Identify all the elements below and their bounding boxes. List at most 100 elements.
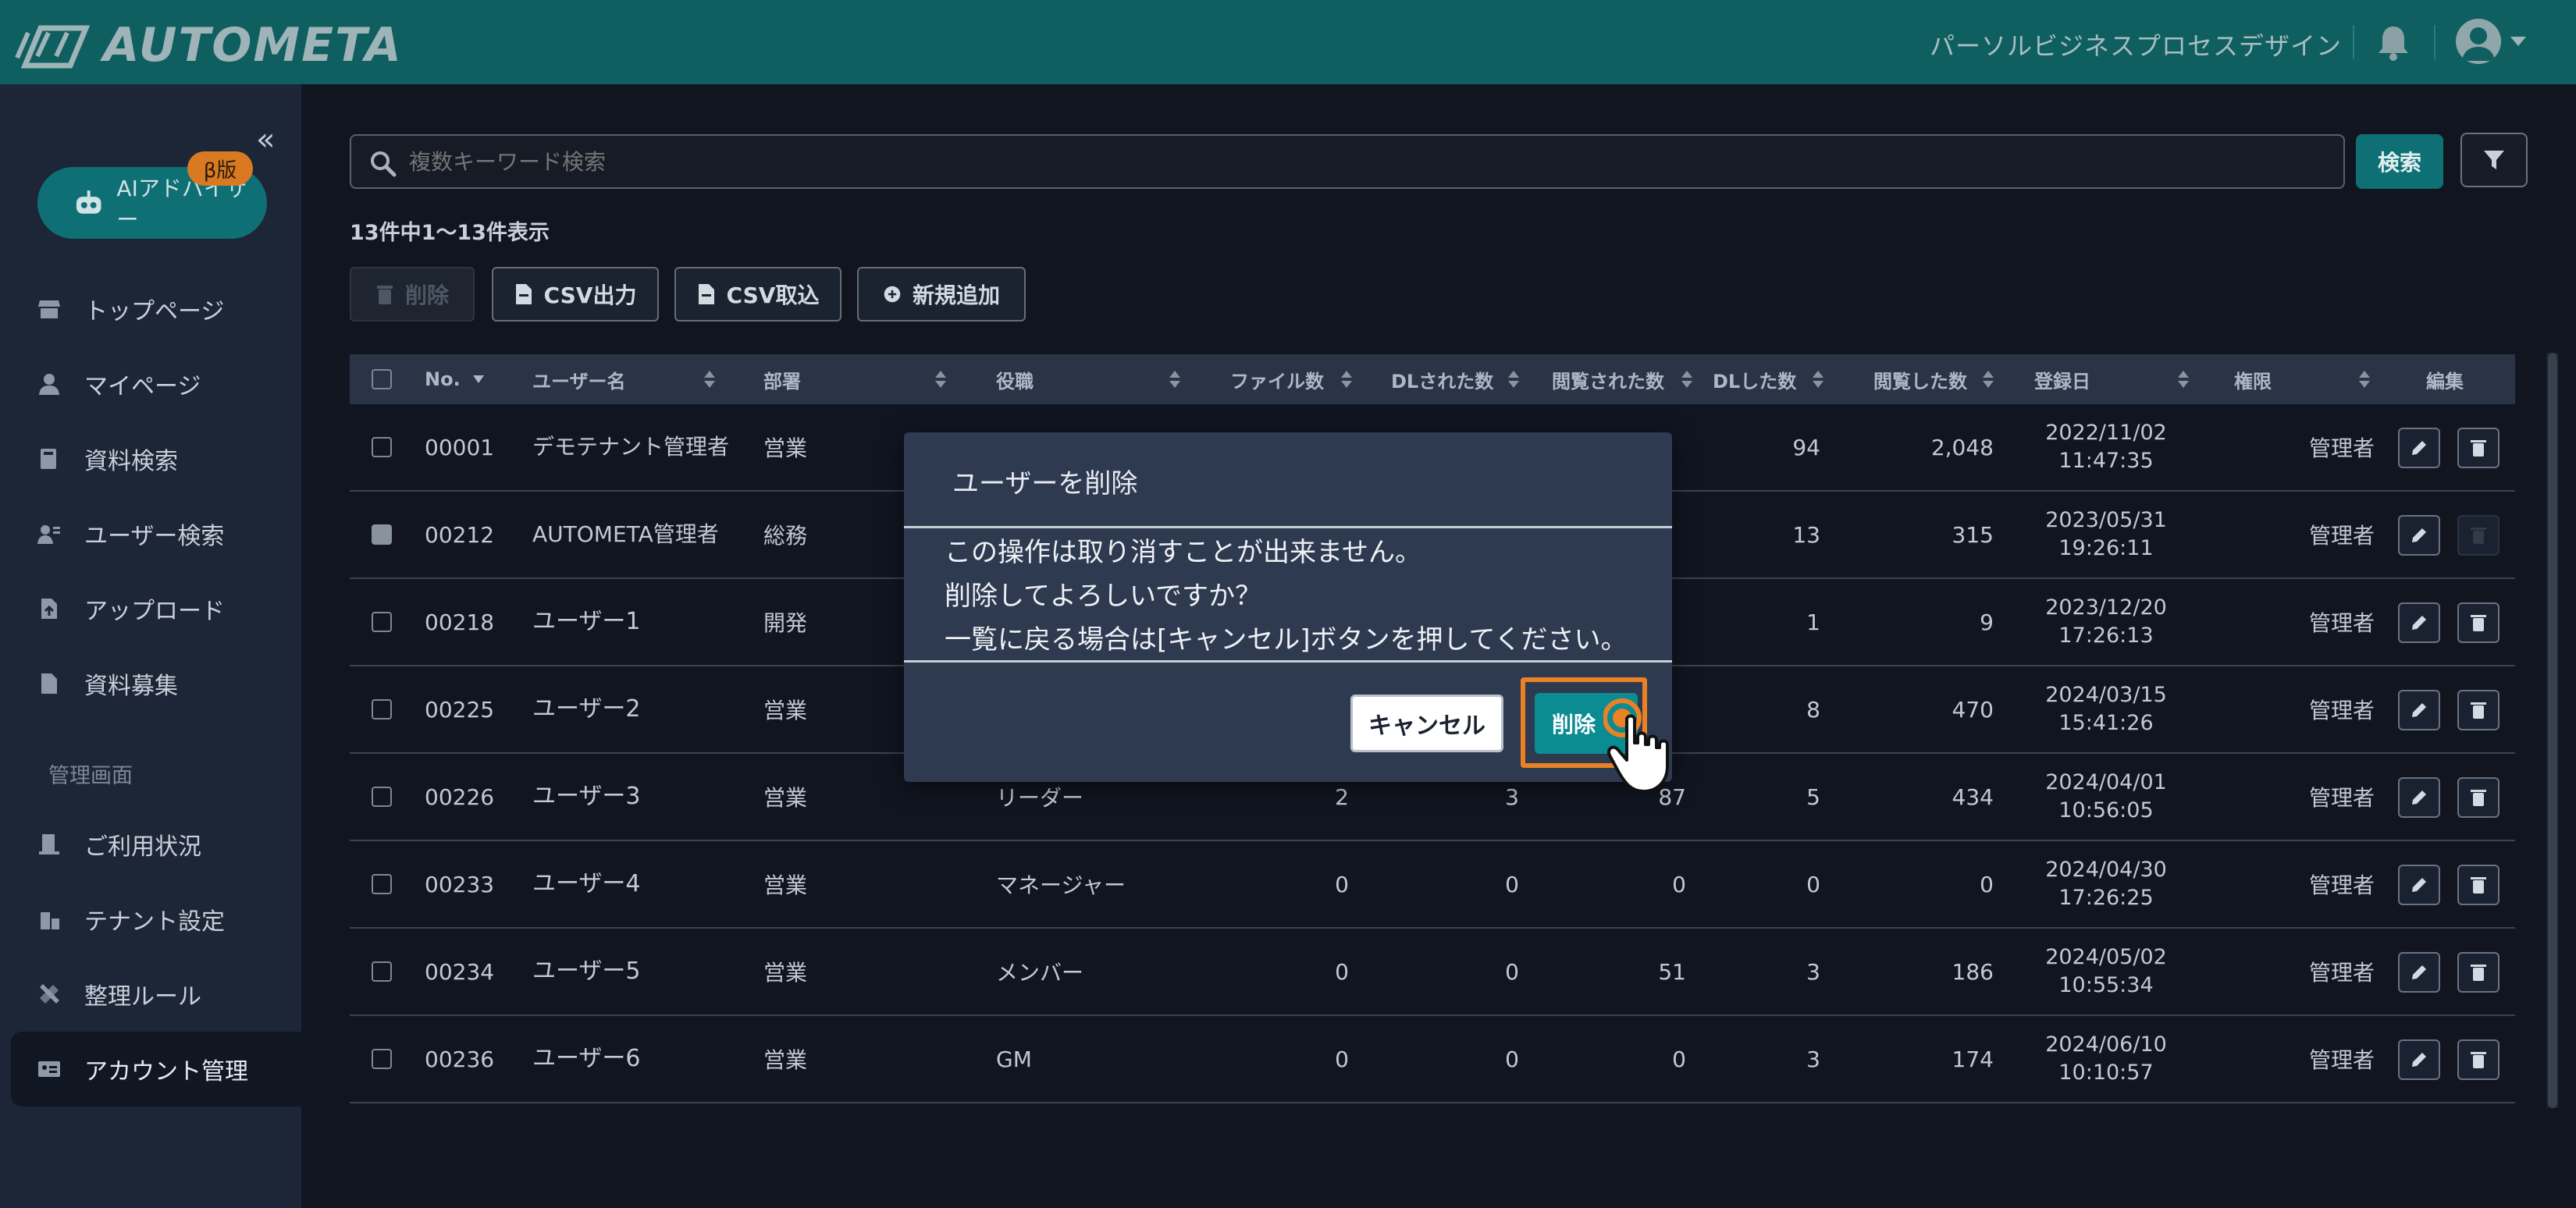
edit-button[interactable] bbox=[2398, 602, 2440, 643]
csv-import-button[interactable]: CSV取込 bbox=[674, 267, 841, 322]
delete-button[interactable] bbox=[2457, 865, 2500, 905]
csv-export-button[interactable]: CSV出力 bbox=[492, 267, 659, 322]
delete-button[interactable] bbox=[2457, 602, 2500, 643]
col-no[interactable]: No. bbox=[425, 354, 484, 404]
col-registered[interactable]: 登録日 bbox=[2034, 354, 2090, 404]
table-row: 00233 ユーザー4 営業 マネージャー 0 0 0 0 0 管理者 2024/04/30 17:2… bbox=[350, 841, 2515, 929]
delete-button[interactable] bbox=[2457, 777, 2500, 818]
sidebar-item-doc-search[interactable]: 資料検索 bbox=[11, 423, 301, 495]
sidebar-item-top[interactable]: トップページ bbox=[11, 273, 301, 345]
header-divider bbox=[2434, 25, 2435, 59]
collapse-sidebar-icon[interactable]: « bbox=[256, 122, 275, 158]
edit-button[interactable] bbox=[2398, 952, 2440, 993]
sidebar-item-tenant-settings[interactable]: テナント設定 bbox=[11, 883, 301, 955]
plus-circle-icon bbox=[884, 286, 901, 303]
building-icon bbox=[39, 834, 59, 854]
cell-no: 00001 bbox=[425, 434, 495, 460]
csv-export-label: CSV出力 bbox=[543, 282, 637, 308]
sort-icon[interactable] bbox=[1681, 371, 1692, 388]
row-checkbox[interactable] bbox=[372, 841, 392, 927]
sidebar-item-usage[interactable]: ご利用状況 bbox=[11, 808, 301, 880]
cell-permission: 管理者 bbox=[2308, 872, 2375, 898]
sort-icon[interactable] bbox=[935, 371, 946, 388]
registered-date: 2023/12/20 bbox=[2045, 595, 2167, 620]
delete-button[interactable] bbox=[2457, 515, 2500, 556]
sidebar-item-doc-request[interactable]: 資料募集 bbox=[11, 648, 301, 719]
row-checkbox[interactable] bbox=[372, 666, 392, 752]
search-input[interactable] bbox=[409, 148, 2343, 175]
sidebar-item-rules[interactable]: 整理ルール bbox=[11, 958, 301, 1030]
cell-dl-count: 1 bbox=[1806, 609, 1820, 635]
col-viewed-count[interactable]: 閲覧された数 bbox=[1552, 354, 1664, 404]
account-menu[interactable] bbox=[2456, 19, 2526, 64]
row-checkbox[interactable] bbox=[372, 579, 392, 665]
row-checkbox[interactable] bbox=[372, 404, 392, 490]
edit-button[interactable] bbox=[2398, 1039, 2440, 1080]
edit-button[interactable] bbox=[2398, 865, 2440, 905]
table-scrollbar[interactable] bbox=[2546, 353, 2559, 1108]
col-dl-count[interactable]: DLした数 bbox=[1713, 354, 1796, 404]
cell-view-count: 9 bbox=[1980, 609, 1994, 635]
col-role[interactable]: 役職 bbox=[996, 354, 1034, 404]
pencil-icon bbox=[2412, 965, 2426, 979]
sidebar-item-mypage[interactable]: マイページ bbox=[11, 348, 301, 420]
sort-icon[interactable] bbox=[1508, 371, 1519, 388]
sort-icon[interactable] bbox=[1813, 371, 1823, 388]
user-avatar-icon bbox=[2462, 27, 2495, 61]
cell-registered: 2023/12/20 17:26:13 bbox=[2028, 579, 2184, 665]
sidebar-item-account-management[interactable]: アカウント管理 bbox=[11, 1032, 301, 1107]
cell-username: ユーザー1 bbox=[532, 608, 641, 635]
edit-button[interactable] bbox=[2398, 428, 2440, 468]
sort-icon[interactable] bbox=[704, 371, 715, 388]
col-downloaded-count[interactable]: DLされた数 bbox=[1391, 354, 1493, 404]
col-edit: 編集 bbox=[2426, 370, 2464, 393]
row-checkbox[interactable] bbox=[372, 929, 392, 1014]
sidebar-item-upload[interactable]: アップロード bbox=[11, 573, 301, 645]
dialog-divider bbox=[904, 660, 1672, 663]
cell-permission: 管理者 bbox=[2308, 1047, 2375, 1073]
cell-view-count: 315 bbox=[1952, 521, 1994, 548]
sort-icon[interactable] bbox=[2178, 371, 2189, 388]
search-field[interactable] bbox=[350, 134, 2345, 189]
edit-button[interactable] bbox=[2398, 515, 2440, 556]
search-button[interactable]: 検索 bbox=[2356, 134, 2443, 189]
cell-files: 0 bbox=[1335, 1046, 1349, 1072]
sort-icon[interactable] bbox=[1341, 371, 1352, 388]
edit-button[interactable] bbox=[2398, 777, 2440, 818]
delete-button[interactable] bbox=[2457, 952, 2500, 993]
delete-button[interactable] bbox=[2457, 690, 2500, 730]
logo[interactable]: AUTOMETA bbox=[14, 17, 403, 73]
filter-button[interactable] bbox=[2460, 133, 2528, 187]
cell-view-count: 186 bbox=[1952, 958, 1994, 985]
file-icon bbox=[41, 673, 57, 694]
row-checkbox[interactable] bbox=[372, 1016, 392, 1102]
trash-icon bbox=[2471, 965, 2486, 981]
sort-icon[interactable] bbox=[1983, 371, 1994, 388]
cell-no: 00225 bbox=[425, 696, 495, 723]
sort-icon[interactable] bbox=[2359, 371, 2370, 388]
col-department[interactable]: 部署 bbox=[763, 354, 801, 404]
cell-registered: 2024/05/02 10:55:34 bbox=[2028, 929, 2184, 1014]
delete-button[interactable] bbox=[2457, 1039, 2500, 1080]
select-all-checkbox[interactable] bbox=[372, 354, 392, 404]
cell-department: 営業 bbox=[763, 785, 808, 811]
cancel-button[interactable]: キャンセル bbox=[1350, 695, 1503, 752]
sidebar-item-user-search[interactable]: ユーザー検索 bbox=[11, 498, 301, 570]
scrollbar-thumb[interactable] bbox=[2548, 353, 2557, 1108]
col-permission[interactable]: 権限 bbox=[2234, 354, 2272, 404]
dialog-title: ユーザーを削除 bbox=[952, 468, 1138, 499]
sort-icon[interactable] bbox=[1169, 371, 1180, 388]
add-new-button[interactable]: 新規追加 bbox=[857, 267, 1026, 322]
cell-username: AUTOMETA管理者 bbox=[532, 521, 719, 547]
registered-date: 2024/05/02 bbox=[2045, 945, 2167, 969]
col-files[interactable]: ファイル数 bbox=[1230, 354, 1324, 404]
col-view-count[interactable]: 閲覧した数 bbox=[1873, 354, 1967, 404]
bell-icon[interactable] bbox=[2376, 23, 2411, 61]
col-username[interactable]: ユーザー名 bbox=[532, 354, 626, 404]
cell-registered: 2024/04/01 10:56:05 bbox=[2028, 754, 2184, 840]
delete-button[interactable] bbox=[2457, 428, 2500, 468]
row-checkbox[interactable] bbox=[372, 754, 392, 840]
delete-selected-button[interactable]: 削除 bbox=[350, 267, 475, 322]
row-checkbox[interactable] bbox=[372, 492, 392, 577]
edit-button[interactable] bbox=[2398, 690, 2440, 730]
